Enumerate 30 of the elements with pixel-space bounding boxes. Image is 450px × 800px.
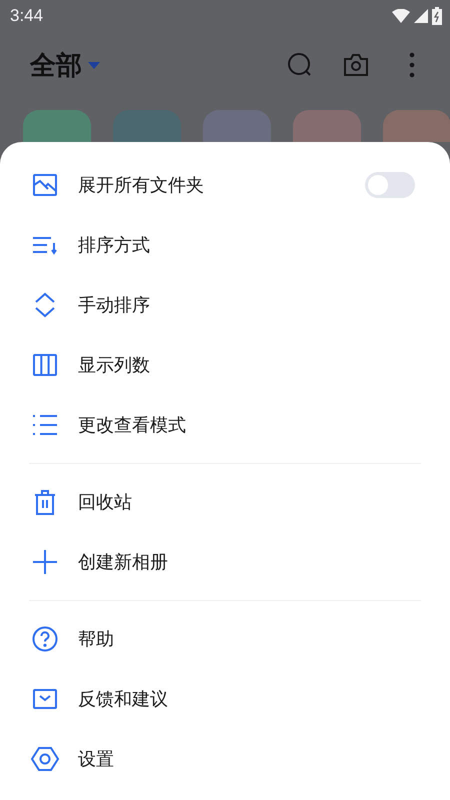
signal-icon (414, 9, 428, 23)
dropdown-caret-icon[interactable] (88, 62, 100, 68)
more-icon (409, 52, 415, 78)
menu-item[interactable]: 排序方式 (29, 215, 421, 275)
trash-icon (34, 489, 56, 515)
search-icon (287, 52, 313, 78)
list-icon (32, 414, 58, 436)
sort-icon (32, 235, 58, 255)
menu-item[interactable]: 创建新相册 (29, 532, 421, 592)
battery-icon (432, 7, 442, 25)
picture-icon (32, 173, 58, 197)
menu-item[interactable]: 手动排序 (29, 275, 421, 335)
wifi-icon (392, 9, 410, 23)
columns-icon (32, 353, 58, 377)
menu-item[interactable]: 设置 (29, 729, 421, 789)
status-time: 3:44 (10, 6, 44, 26)
toggle-switch[interactable] (365, 172, 415, 198)
settings-icon (31, 746, 59, 772)
menu-item[interactable]: 展开所有文件夹 (29, 155, 421, 215)
help-icon (32, 626, 58, 652)
plus-icon (32, 549, 58, 575)
menu-item[interactable]: 帮助 (29, 609, 421, 669)
menu-item[interactable]: 反馈和建议 (29, 669, 421, 729)
menu-item[interactable]: 显示列数 (29, 335, 421, 395)
envelope-icon (32, 688, 58, 710)
menu-item-label: 展开所有文件夹 (78, 174, 204, 197)
camera-icon (343, 53, 369, 77)
menu-item[interactable]: 更改查看模式 (29, 395, 421, 455)
up-down-chevrons-icon (34, 292, 56, 318)
menu-item[interactable]: 回收站 (29, 472, 421, 532)
